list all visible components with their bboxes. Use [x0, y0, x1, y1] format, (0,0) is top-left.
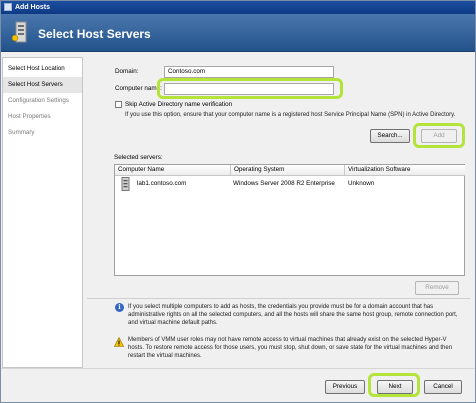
server-icon	[121, 177, 130, 191]
step-summary[interactable]: Summary	[3, 125, 82, 141]
row-virtualization: Unknown	[348, 180, 375, 187]
col-computer-name[interactable]: Computer Name	[115, 165, 231, 176]
remove-button[interactable]: Remove	[415, 281, 459, 295]
step-select-host-location[interactable]: Select Host Location	[3, 61, 82, 77]
step-select-host-servers[interactable]: Select Host Servers	[3, 77, 82, 93]
computer-name-label: Computer name:	[115, 85, 162, 92]
search-button[interactable]: Search...	[370, 129, 410, 143]
info-note: If you select multiple computers to add …	[128, 304, 458, 326]
row-operating-system: Windows Server 2008 R2 Enterprise	[233, 180, 335, 187]
notes-divider	[87, 298, 470, 299]
next-button-highlight	[368, 373, 420, 397]
previous-button[interactable]: Previous	[325, 380, 365, 394]
cancel-button[interactable]: Cancel	[424, 380, 462, 394]
window-title: Add Hosts	[15, 4, 50, 11]
add-hosts-window: Add Hosts Select Host Servers Select Hos…	[0, 0, 476, 403]
skip-ad-label[interactable]: Skip Active Directory name verification	[125, 101, 232, 108]
step-host-properties[interactable]: Host Properties	[3, 109, 82, 125]
computer-name-highlight	[157, 78, 343, 99]
wizard-steps: Select Host Location Select Host Servers…	[2, 57, 83, 368]
col-operating-system[interactable]: Operating System	[231, 165, 345, 176]
selected-servers-grid[interactable]: Computer Name Operating System Virtualiz…	[114, 164, 465, 276]
info-icon: i	[115, 303, 124, 312]
skip-ad-checkbox[interactable]	[115, 101, 122, 108]
app-icon	[4, 3, 12, 11]
selected-servers-label: Selected servers:	[114, 154, 163, 161]
page-title: Select Host Servers	[38, 27, 151, 41]
server-stack-icon	[12, 21, 27, 43]
skip-ad-help: If you use this option, ensure that your…	[125, 112, 456, 118]
wizard-banner: Select Host Servers	[1, 14, 475, 52]
add-button-highlight	[413, 123, 465, 148]
title-bar: Add Hosts	[1, 1, 475, 14]
warning-note: Members of VMM user roles may not have r…	[128, 337, 453, 359]
warning-icon	[114, 337, 124, 347]
row-computer-name: lab1.contoso.com	[137, 180, 187, 187]
col-virtualization-software[interactable]: Virtualization Software	[345, 165, 465, 176]
domain-label: Domain:	[115, 68, 139, 75]
domain-field[interactable]: Contoso.com	[164, 66, 334, 78]
step-configuration-settings[interactable]: Configuration Settings	[3, 93, 82, 109]
